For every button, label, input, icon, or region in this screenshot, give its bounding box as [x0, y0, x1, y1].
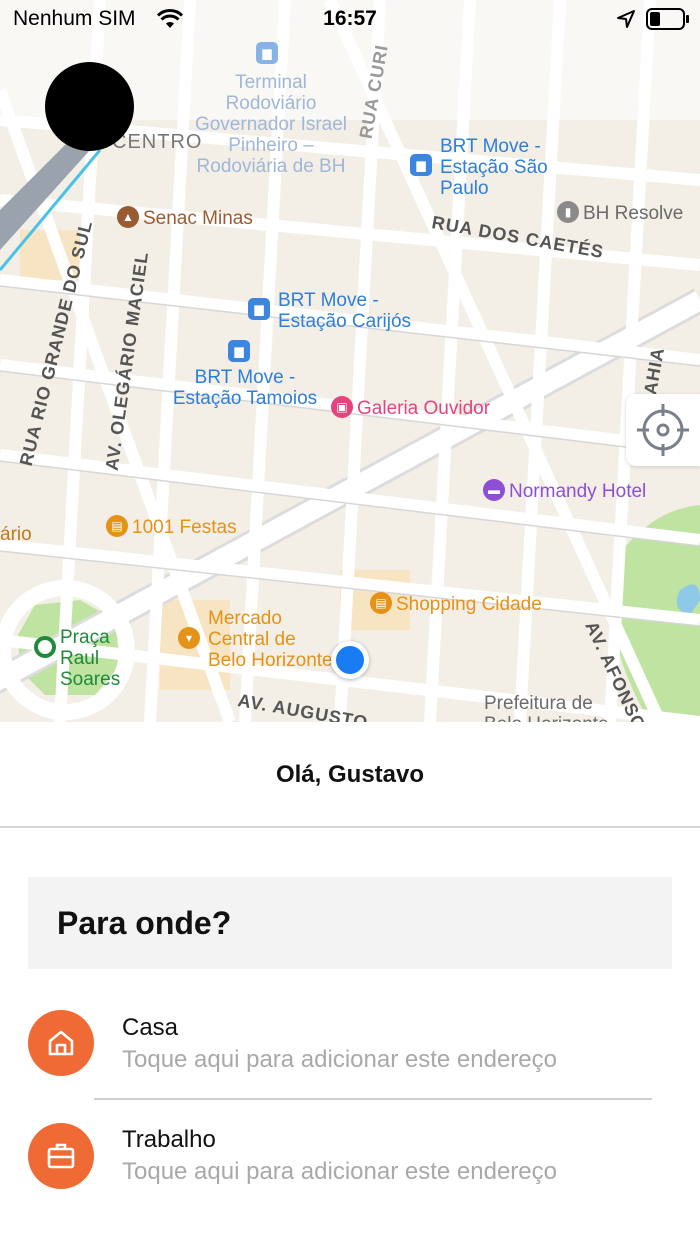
avatar[interactable] [45, 62, 134, 151]
poi-label: Terminal Rodoviário Governador Israel Pi… [194, 72, 348, 177]
poi-praca[interactable]: Praça Raul Soares [34, 627, 144, 690]
saved-place-title: Trabalho [122, 1126, 216, 1153]
poi-bh-resolve[interactable]: ▮ BH Resolve [557, 201, 684, 225]
poi-label: Praça Raul Soares [60, 627, 121, 690]
status-bar: Nenhum SIM 16:57 [0, 0, 700, 40]
poi-mercado[interactable]: ▾ Mercado Central de Belo Horizonte [178, 608, 338, 671]
map-view[interactable]: RUA DOS CAETÉS RUA RIO GRANDE DO SUL AV.… [0, 0, 700, 722]
shop-icon: ▤ [370, 592, 392, 614]
building-icon: ▮ [557, 201, 579, 223]
shop-icon: ▤ [106, 515, 128, 537]
home-icon [28, 1010, 94, 1076]
poi-label: BRT Move - Estação Carijós [278, 290, 412, 332]
poi-label: Senac Minas [143, 208, 253, 230]
hotel-icon: ▬ [483, 479, 505, 501]
saved-place-subtitle: Toque aqui para adicionar este endereço [122, 1046, 557, 1073]
poi-terminal[interactable]: ▆ Terminal Rodoviário Governador Israel … [188, 42, 354, 177]
poi-label: BRT Move - Estação São Paulo [440, 136, 548, 199]
poi-label: Shopping Cidade [396, 594, 542, 616]
poi-shopping[interactable]: ▤ Shopping Cidade [370, 592, 542, 616]
poi-label: Normandy Hotel [509, 481, 647, 503]
gallery-icon: ▣ [331, 396, 353, 418]
poi-galeria[interactable]: ▣ Galeria Ouvidor [331, 396, 491, 420]
greeting: Olá, Gustavo [0, 722, 700, 828]
poi-label: ário [0, 524, 32, 545]
poi-label: Galeria Ouvidor [357, 398, 491, 420]
bus-icon: ▆ [256, 42, 278, 64]
poi-label: 1001 Festas [132, 517, 237, 539]
recenter-button[interactable] [626, 394, 700, 466]
poi-festas[interactable]: ▤ 1001 Festas [106, 515, 237, 539]
poi-cut-left: ário [0, 524, 32, 545]
school-icon: ▲ [117, 206, 139, 228]
divider [94, 1098, 652, 1100]
briefcase-icon [28, 1123, 94, 1189]
poi-brt-tamoios[interactable]: ▆ BRT Move - Estação Tamoios [160, 340, 330, 409]
poi-brt-carijos[interactable]: ▆ BRT Move - Estação Carijós [248, 290, 428, 332]
crosshair-icon [637, 404, 689, 456]
saved-place-work[interactable]: Trabalho Toque aqui para adicionar este … [0, 1120, 700, 1220]
poi-brt-sao-paulo[interactable]: ▆ BRT Move - Estação São Paulo [410, 136, 560, 199]
destination-search-button[interactable]: Para onde? [28, 877, 672, 969]
clock: 16:57 [323, 7, 377, 30]
poi-label: BH Resolve [583, 203, 684, 225]
saved-place-home[interactable]: Casa Toque aqui para adicionar este ende… [0, 1008, 700, 1108]
location-arrow-icon [616, 9, 636, 35]
poi-label: BRT Move - Estação Tamoios [172, 367, 318, 409]
battery-icon [646, 8, 690, 36]
park-icon [34, 636, 56, 658]
poi-label: Prefeitura de Belo Horizonte [484, 693, 609, 722]
poi-label: Mercado Central de Belo Horizonte [208, 608, 333, 671]
basket-icon: ▾ [178, 627, 200, 649]
bus-icon: ▆ [410, 154, 432, 176]
saved-place-title: Casa [122, 1014, 179, 1041]
poi-normandy[interactable]: ▬ Normandy Hotel [483, 479, 647, 503]
user-location-marker [331, 641, 369, 679]
bus-icon: ▆ [248, 298, 270, 320]
bus-icon: ▆ [228, 340, 250, 362]
poi-senac[interactable]: ▲ Senac Minas [117, 206, 253, 230]
poi-prefeitura[interactable]: Prefeitura de Belo Horizonte [484, 693, 634, 722]
saved-place-subtitle: Toque aqui para adicionar este endereço [122, 1158, 557, 1185]
